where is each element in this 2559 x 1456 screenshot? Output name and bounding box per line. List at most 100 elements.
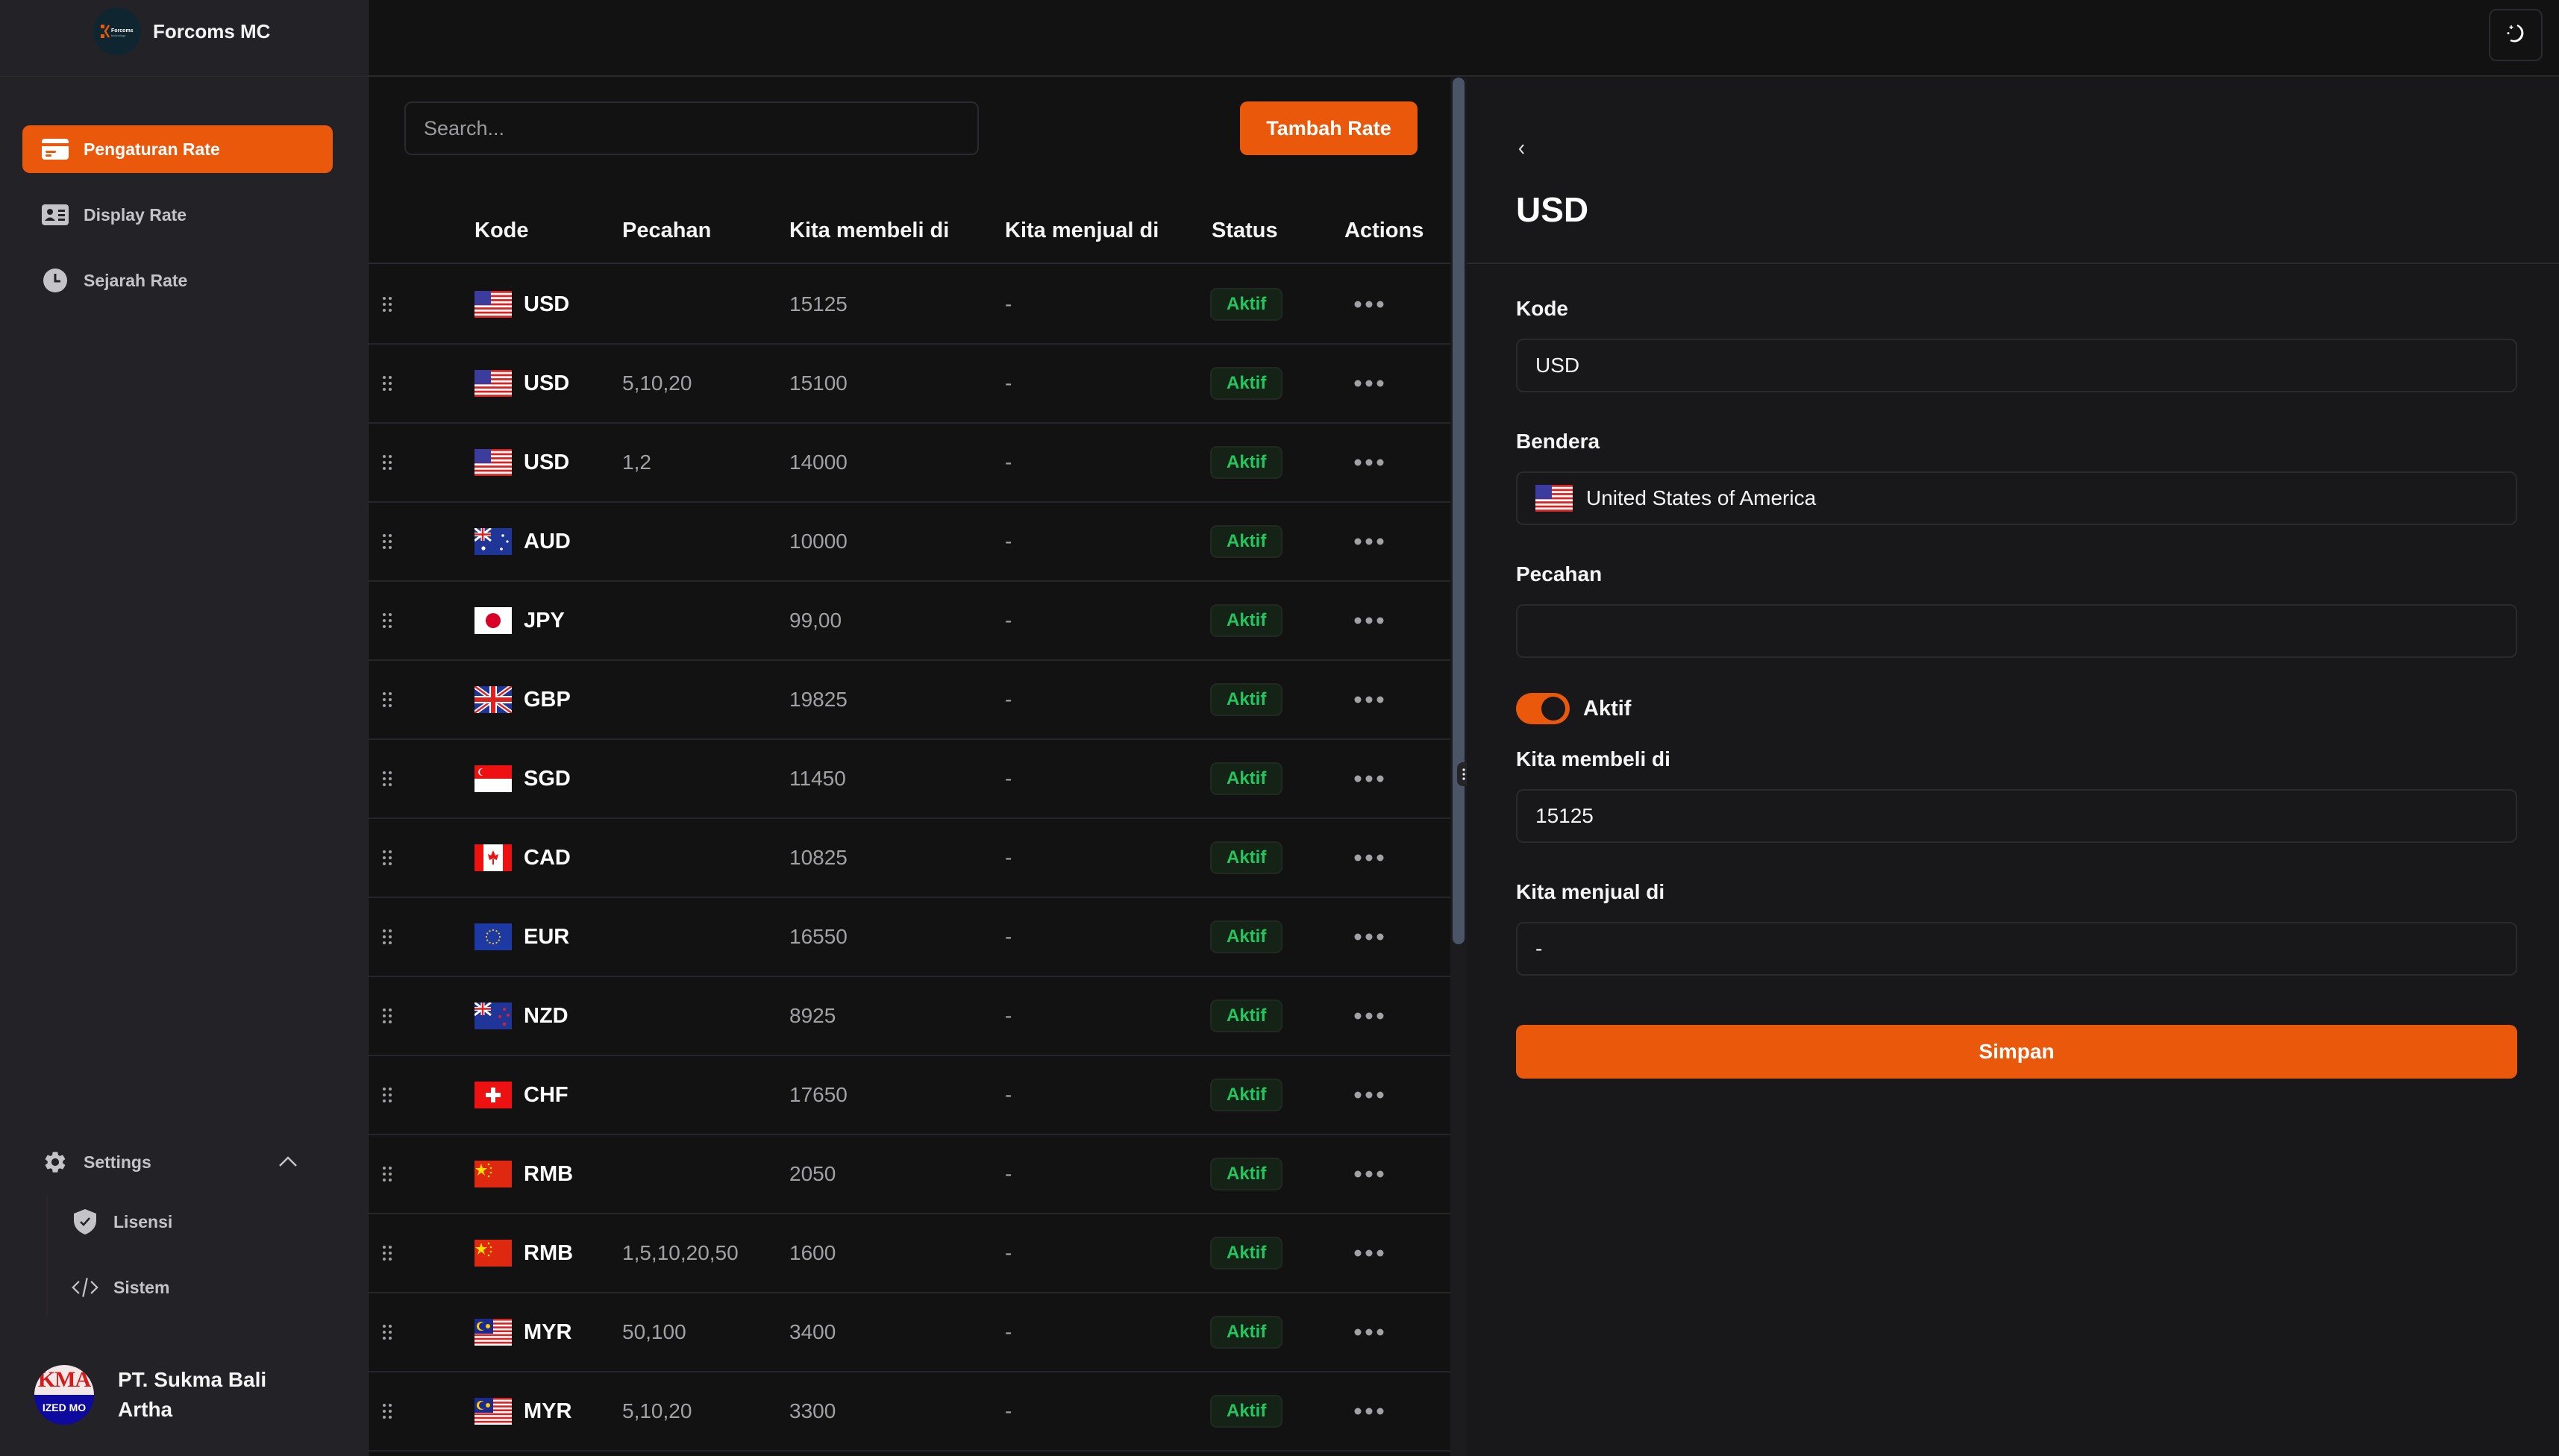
table-row[interactable]: NZD 8925 - Aktif	[369, 977, 1450, 1056]
drag-handle-icon[interactable]	[382, 1135, 400, 1213]
row-actions-button[interactable]	[1352, 819, 1386, 897]
table-row[interactable]: GBP 19825 - Aktif	[369, 661, 1450, 740]
status-badge: Aktif	[1210, 683, 1283, 716]
theme-toggle-button[interactable]	[2489, 9, 2543, 61]
search-input[interactable]	[404, 101, 979, 155]
pecahan-input[interactable]	[1516, 604, 2517, 658]
row-actions-button[interactable]	[1352, 1056, 1386, 1134]
drag-handle-icon[interactable]	[382, 503, 400, 580]
bendera-select[interactable]: United States of America	[1516, 471, 2517, 525]
row-actions-button[interactable]	[1352, 266, 1386, 343]
drag-handle-icon[interactable]	[382, 661, 400, 738]
beli-input[interactable]	[1516, 789, 2517, 843]
table-row[interactable]: SGD 11450 - Aktif	[369, 740, 1450, 819]
sidebar-item-display-rate[interactable]: Display Rate	[22, 191, 333, 239]
table-row[interactable]: JPY 99,00 - Aktif	[369, 582, 1450, 661]
status-badge: Aktif	[1210, 288, 1283, 321]
more-horizontal-icon	[1354, 459, 1384, 466]
sidebar: Forcoms technology Forcoms MC Pengaturan…	[0, 0, 369, 1456]
drag-handle-icon[interactable]	[382, 345, 400, 422]
cell-status: Aktif	[1210, 898, 1283, 976]
drag-handle-icon[interactable]	[382, 266, 400, 343]
row-actions-button[interactable]	[1352, 1135, 1386, 1213]
table-row[interactable]: EUR 16550 - Aktif	[369, 898, 1450, 977]
flag-ch-icon	[474, 1082, 512, 1108]
kode-text: EUR	[524, 924, 570, 949]
avatar-text-top: KMA	[34, 1365, 94, 1395]
chevron-left-icon	[1518, 144, 1524, 154]
row-actions-button[interactable]	[1352, 740, 1386, 818]
row-actions-button[interactable]	[1352, 345, 1386, 422]
column-header-status[interactable]: Status	[1212, 197, 1278, 264]
cell-beli: 14000	[789, 451, 848, 474]
cell-beli: 15100	[789, 371, 848, 395]
sidebar-item-sejarah-rate[interactable]: Sejarah Rate	[22, 257, 333, 304]
table-row[interactable]: CHF 17650 - Aktif	[369, 1056, 1450, 1135]
drag-handle-icon[interactable]	[382, 1056, 400, 1134]
cell-pecahan: 50,100	[622, 1320, 686, 1343]
cell-jual: -	[1005, 1083, 1012, 1106]
cell-status: Aktif	[1210, 661, 1283, 738]
kode-text: NZD	[524, 1003, 569, 1028]
row-actions-button[interactable]	[1352, 503, 1386, 580]
kode-input[interactable]	[1516, 339, 2517, 392]
jual-label: Kita menjual di	[1516, 880, 1665, 903]
drag-handle-icon[interactable]	[382, 819, 400, 897]
row-actions-button[interactable]	[1352, 661, 1386, 738]
settings-toggle[interactable]: Settings	[22, 1140, 333, 1184]
drag-handle-icon[interactable]	[382, 424, 400, 501]
row-actions-button[interactable]	[1352, 898, 1386, 976]
table-row[interactable]: RMB 1,5,10,20,50 1600 - Aktif	[369, 1214, 1450, 1293]
table-row[interactable]: MYR 5,10,20 3300 - Aktif	[369, 1372, 1450, 1452]
row-actions-button[interactable]	[1352, 1372, 1386, 1450]
column-header-kode[interactable]: Kode	[474, 197, 529, 264]
table-row[interactable]: CAD 10825 - Aktif	[369, 819, 1450, 898]
kode-text: CAD	[524, 845, 571, 870]
column-header-pecahan[interactable]: Pecahan	[622, 197, 711, 264]
row-actions-button[interactable]	[1352, 424, 1386, 501]
jual-input[interactable]	[1516, 922, 2517, 976]
sidebar-item-sistem[interactable]: Sistem	[72, 1264, 333, 1311]
kode-text: MYR	[524, 1320, 572, 1344]
table-row[interactable]: USD 1,2 14000 - Aktif	[369, 424, 1450, 503]
table-scrollbar-thumb[interactable]	[1453, 78, 1465, 944]
cell-jual: -	[1005, 1004, 1012, 1027]
aktif-toggle[interactable]	[1516, 693, 1570, 724]
cell-kode: SGD	[474, 740, 571, 818]
table-row[interactable]: RMB 2050 - Aktif	[369, 1135, 1450, 1214]
column-header-beli[interactable]: Kita membeli di	[789, 197, 949, 264]
drag-handle-icon[interactable]	[382, 1214, 400, 1292]
cell-beli: 3400	[789, 1320, 836, 1343]
drag-handle-icon[interactable]	[382, 582, 400, 659]
cell-jual: -	[1005, 530, 1012, 553]
brand[interactable]: Forcoms technology Forcoms MC	[93, 7, 270, 55]
sidebar-item-pengaturan-rate[interactable]: Pengaturan Rate	[22, 125, 333, 173]
status-badge: Aktif	[1210, 841, 1283, 874]
drag-handle-icon[interactable]	[382, 740, 400, 818]
column-header-jual[interactable]: Kita menjual di	[1005, 197, 1159, 264]
drag-handle-icon[interactable]	[382, 1293, 400, 1371]
back-button[interactable]	[1516, 139, 1526, 163]
row-actions-button[interactable]	[1352, 1293, 1386, 1371]
cell-jual: -	[1005, 292, 1012, 316]
table-row[interactable]: USD 15125 - Aktif	[369, 266, 1450, 345]
sidebar-item-lisensi[interactable]: Lisensi	[72, 1198, 333, 1246]
table-row[interactable]: USD 5,10,20 15100 - Aktif	[369, 345, 1450, 424]
table-row[interactable]: MYR 50,100 3400 - Aktif	[369, 1293, 1450, 1372]
bendera-label: Bendera	[1516, 430, 1600, 453]
cell-jual: -	[1005, 1399, 1012, 1422]
row-actions-button[interactable]	[1352, 582, 1386, 659]
cell-status: Aktif	[1210, 1135, 1283, 1213]
drag-handle-icon[interactable]	[382, 977, 400, 1055]
row-actions-button[interactable]	[1352, 1214, 1386, 1292]
drag-handle-icon[interactable]	[382, 898, 400, 976]
add-rate-button[interactable]: Tambah Rate	[1240, 101, 1418, 155]
svg-text:Forcoms: Forcoms	[111, 28, 134, 34]
table-row[interactable]: AUD 10000 - Aktif	[369, 503, 1450, 582]
cell-beli: 16550	[789, 925, 848, 948]
save-button[interactable]: Simpan	[1516, 1025, 2517, 1079]
row-actions-button[interactable]	[1352, 977, 1386, 1055]
cell-status: Aktif	[1210, 582, 1283, 659]
org-profile[interactable]: KMA IZED MO PT. Sukma Bali Artha	[34, 1365, 289, 1425]
drag-handle-icon[interactable]	[382, 1372, 400, 1450]
